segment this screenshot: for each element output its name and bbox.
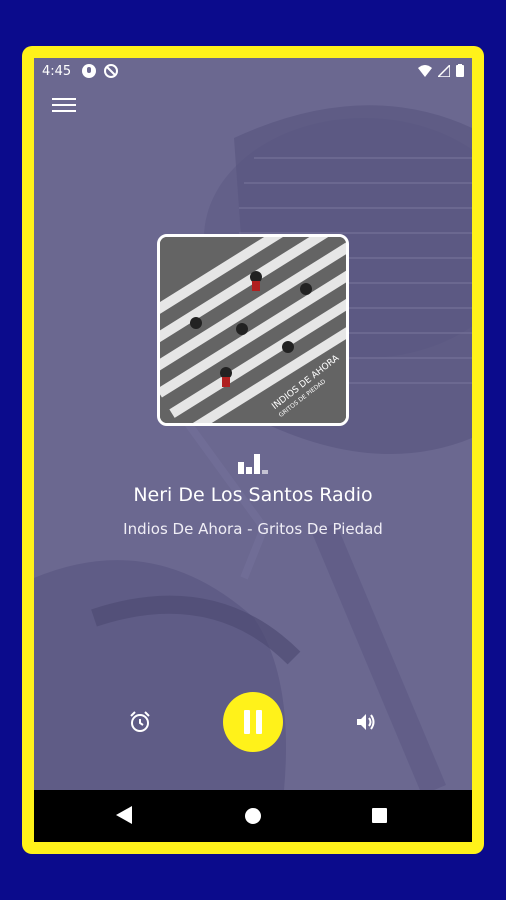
recents-icon[interactable] [372, 808, 387, 823]
status-notification-icons [82, 64, 118, 78]
battery-icon [456, 64, 464, 77]
signal-icon [438, 64, 450, 77]
navigation-bar [34, 790, 472, 842]
hamburger-menu-icon[interactable] [52, 94, 76, 114]
album-art-image: INDIOS DE AHORA GRITOS DE PIEDAD [160, 237, 346, 423]
status-time: 4:45 [42, 64, 72, 79]
media-icon [82, 64, 96, 78]
status-bar: 4:45 [34, 58, 472, 86]
alarm-clock-icon[interactable] [128, 710, 152, 734]
status-system-icons [418, 64, 464, 77]
player-controls [34, 692, 472, 752]
album-cover: INDIOS DE AHORA GRITOS DE PIEDAD [157, 234, 349, 426]
pause-icon [244, 710, 250, 734]
pause-button[interactable] [223, 692, 283, 752]
app-screen: 4:45 INDIOS DE AHORA GRITOS DE PIEDAD Ne… [34, 58, 472, 842]
equalizer-icon [238, 454, 268, 474]
wifi-icon [418, 64, 432, 77]
volume-icon[interactable] [354, 710, 378, 734]
no-data-icon [104, 64, 118, 78]
back-icon[interactable] [116, 806, 132, 824]
station-name: Neri De Los Santos Radio [133, 484, 373, 506]
pause-icon-bar [256, 710, 262, 734]
track-title: Indios De Ahora - Gritos De Piedad [123, 520, 383, 538]
home-icon[interactable] [245, 808, 261, 824]
